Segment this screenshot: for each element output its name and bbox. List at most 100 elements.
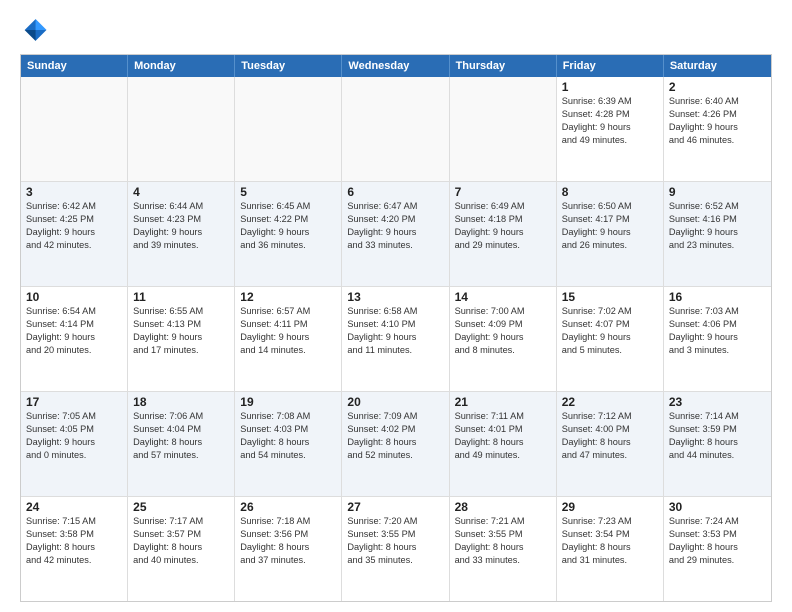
cal-cell: 9Sunrise: 6:52 AM Sunset: 4:16 PM Daylig… [664, 182, 771, 286]
cal-cell: 14Sunrise: 7:00 AM Sunset: 4:09 PM Dayli… [450, 287, 557, 391]
day-info: Sunrise: 6:54 AM Sunset: 4:14 PM Dayligh… [26, 305, 122, 357]
day-info: Sunrise: 7:02 AM Sunset: 4:07 PM Dayligh… [562, 305, 658, 357]
cal-cell: 27Sunrise: 7:20 AM Sunset: 3:55 PM Dayli… [342, 497, 449, 601]
day-info: Sunrise: 7:00 AM Sunset: 4:09 PM Dayligh… [455, 305, 551, 357]
cal-header-saturday: Saturday [664, 55, 771, 77]
logo [20, 16, 52, 44]
cal-cell: 15Sunrise: 7:02 AM Sunset: 4:07 PM Dayli… [557, 287, 664, 391]
cal-cell: 7Sunrise: 6:49 AM Sunset: 4:18 PM Daylig… [450, 182, 557, 286]
logo-icon [20, 16, 48, 44]
day-info: Sunrise: 6:42 AM Sunset: 4:25 PM Dayligh… [26, 200, 122, 252]
cal-cell: 20Sunrise: 7:09 AM Sunset: 4:02 PM Dayli… [342, 392, 449, 496]
cal-cell: 26Sunrise: 7:18 AM Sunset: 3:56 PM Dayli… [235, 497, 342, 601]
day-number: 28 [455, 500, 551, 514]
day-number: 5 [240, 185, 336, 199]
day-info: Sunrise: 6:49 AM Sunset: 4:18 PM Dayligh… [455, 200, 551, 252]
day-number: 24 [26, 500, 122, 514]
cal-cell: 1Sunrise: 6:39 AM Sunset: 4:28 PM Daylig… [557, 77, 664, 181]
cal-cell [128, 77, 235, 181]
day-number: 19 [240, 395, 336, 409]
cal-week-2: 3Sunrise: 6:42 AM Sunset: 4:25 PM Daylig… [21, 182, 771, 287]
cal-week-1: 1Sunrise: 6:39 AM Sunset: 4:28 PM Daylig… [21, 77, 771, 182]
calendar-body: 1Sunrise: 6:39 AM Sunset: 4:28 PM Daylig… [21, 77, 771, 601]
day-info: Sunrise: 7:24 AM Sunset: 3:53 PM Dayligh… [669, 515, 766, 567]
day-number: 16 [669, 290, 766, 304]
cal-cell: 4Sunrise: 6:44 AM Sunset: 4:23 PM Daylig… [128, 182, 235, 286]
day-number: 8 [562, 185, 658, 199]
cal-header-wednesday: Wednesday [342, 55, 449, 77]
cal-week-4: 17Sunrise: 7:05 AM Sunset: 4:05 PM Dayli… [21, 392, 771, 497]
cal-cell: 5Sunrise: 6:45 AM Sunset: 4:22 PM Daylig… [235, 182, 342, 286]
cal-header-thursday: Thursday [450, 55, 557, 77]
cal-cell: 16Sunrise: 7:03 AM Sunset: 4:06 PM Dayli… [664, 287, 771, 391]
day-info: Sunrise: 6:47 AM Sunset: 4:20 PM Dayligh… [347, 200, 443, 252]
day-number: 17 [26, 395, 122, 409]
cal-cell: 25Sunrise: 7:17 AM Sunset: 3:57 PM Dayli… [128, 497, 235, 601]
day-number: 18 [133, 395, 229, 409]
cal-cell: 3Sunrise: 6:42 AM Sunset: 4:25 PM Daylig… [21, 182, 128, 286]
cal-cell [450, 77, 557, 181]
cal-cell: 23Sunrise: 7:14 AM Sunset: 3:59 PM Dayli… [664, 392, 771, 496]
cal-cell: 28Sunrise: 7:21 AM Sunset: 3:55 PM Dayli… [450, 497, 557, 601]
cal-cell: 10Sunrise: 6:54 AM Sunset: 4:14 PM Dayli… [21, 287, 128, 391]
day-info: Sunrise: 6:55 AM Sunset: 4:13 PM Dayligh… [133, 305, 229, 357]
day-number: 29 [562, 500, 658, 514]
cal-cell: 18Sunrise: 7:06 AM Sunset: 4:04 PM Dayli… [128, 392, 235, 496]
day-info: Sunrise: 6:58 AM Sunset: 4:10 PM Dayligh… [347, 305, 443, 357]
day-number: 27 [347, 500, 443, 514]
day-number: 23 [669, 395, 766, 409]
day-number: 2 [669, 80, 766, 94]
day-number: 12 [240, 290, 336, 304]
day-info: Sunrise: 7:17 AM Sunset: 3:57 PM Dayligh… [133, 515, 229, 567]
calendar-header-row: SundayMondayTuesdayWednesdayThursdayFrid… [21, 55, 771, 77]
day-number: 13 [347, 290, 443, 304]
cal-cell: 24Sunrise: 7:15 AM Sunset: 3:58 PM Dayli… [21, 497, 128, 601]
day-number: 9 [669, 185, 766, 199]
day-info: Sunrise: 7:14 AM Sunset: 3:59 PM Dayligh… [669, 410, 766, 462]
day-number: 14 [455, 290, 551, 304]
cal-cell: 29Sunrise: 7:23 AM Sunset: 3:54 PM Dayli… [557, 497, 664, 601]
day-info: Sunrise: 7:06 AM Sunset: 4:04 PM Dayligh… [133, 410, 229, 462]
cal-header-monday: Monday [128, 55, 235, 77]
cal-week-3: 10Sunrise: 6:54 AM Sunset: 4:14 PM Dayli… [21, 287, 771, 392]
day-number: 21 [455, 395, 551, 409]
day-info: Sunrise: 6:39 AM Sunset: 4:28 PM Dayligh… [562, 95, 658, 147]
day-info: Sunrise: 7:05 AM Sunset: 4:05 PM Dayligh… [26, 410, 122, 462]
day-info: Sunrise: 6:52 AM Sunset: 4:16 PM Dayligh… [669, 200, 766, 252]
cal-cell: 13Sunrise: 6:58 AM Sunset: 4:10 PM Dayli… [342, 287, 449, 391]
day-number: 30 [669, 500, 766, 514]
cal-header-sunday: Sunday [21, 55, 128, 77]
day-info: Sunrise: 6:57 AM Sunset: 4:11 PM Dayligh… [240, 305, 336, 357]
day-number: 11 [133, 290, 229, 304]
day-number: 1 [562, 80, 658, 94]
cal-header-friday: Friday [557, 55, 664, 77]
cal-cell: 12Sunrise: 6:57 AM Sunset: 4:11 PM Dayli… [235, 287, 342, 391]
cal-cell: 22Sunrise: 7:12 AM Sunset: 4:00 PM Dayli… [557, 392, 664, 496]
day-number: 20 [347, 395, 443, 409]
day-number: 26 [240, 500, 336, 514]
day-info: Sunrise: 7:12 AM Sunset: 4:00 PM Dayligh… [562, 410, 658, 462]
cal-cell: 30Sunrise: 7:24 AM Sunset: 3:53 PM Dayli… [664, 497, 771, 601]
day-number: 22 [562, 395, 658, 409]
cal-cell: 17Sunrise: 7:05 AM Sunset: 4:05 PM Dayli… [21, 392, 128, 496]
cal-cell: 11Sunrise: 6:55 AM Sunset: 4:13 PM Dayli… [128, 287, 235, 391]
day-info: Sunrise: 6:50 AM Sunset: 4:17 PM Dayligh… [562, 200, 658, 252]
day-number: 25 [133, 500, 229, 514]
day-number: 10 [26, 290, 122, 304]
day-number: 6 [347, 185, 443, 199]
cal-cell [235, 77, 342, 181]
page: SundayMondayTuesdayWednesdayThursdayFrid… [0, 0, 792, 612]
day-info: Sunrise: 6:44 AM Sunset: 4:23 PM Dayligh… [133, 200, 229, 252]
cal-cell: 19Sunrise: 7:08 AM Sunset: 4:03 PM Dayli… [235, 392, 342, 496]
day-info: Sunrise: 7:15 AM Sunset: 3:58 PM Dayligh… [26, 515, 122, 567]
day-info: Sunrise: 7:18 AM Sunset: 3:56 PM Dayligh… [240, 515, 336, 567]
day-info: Sunrise: 7:21 AM Sunset: 3:55 PM Dayligh… [455, 515, 551, 567]
cal-cell: 8Sunrise: 6:50 AM Sunset: 4:17 PM Daylig… [557, 182, 664, 286]
day-info: Sunrise: 7:20 AM Sunset: 3:55 PM Dayligh… [347, 515, 443, 567]
day-info: Sunrise: 7:03 AM Sunset: 4:06 PM Dayligh… [669, 305, 766, 357]
day-number: 3 [26, 185, 122, 199]
cal-cell [342, 77, 449, 181]
header [20, 16, 772, 44]
day-info: Sunrise: 6:40 AM Sunset: 4:26 PM Dayligh… [669, 95, 766, 147]
day-number: 15 [562, 290, 658, 304]
